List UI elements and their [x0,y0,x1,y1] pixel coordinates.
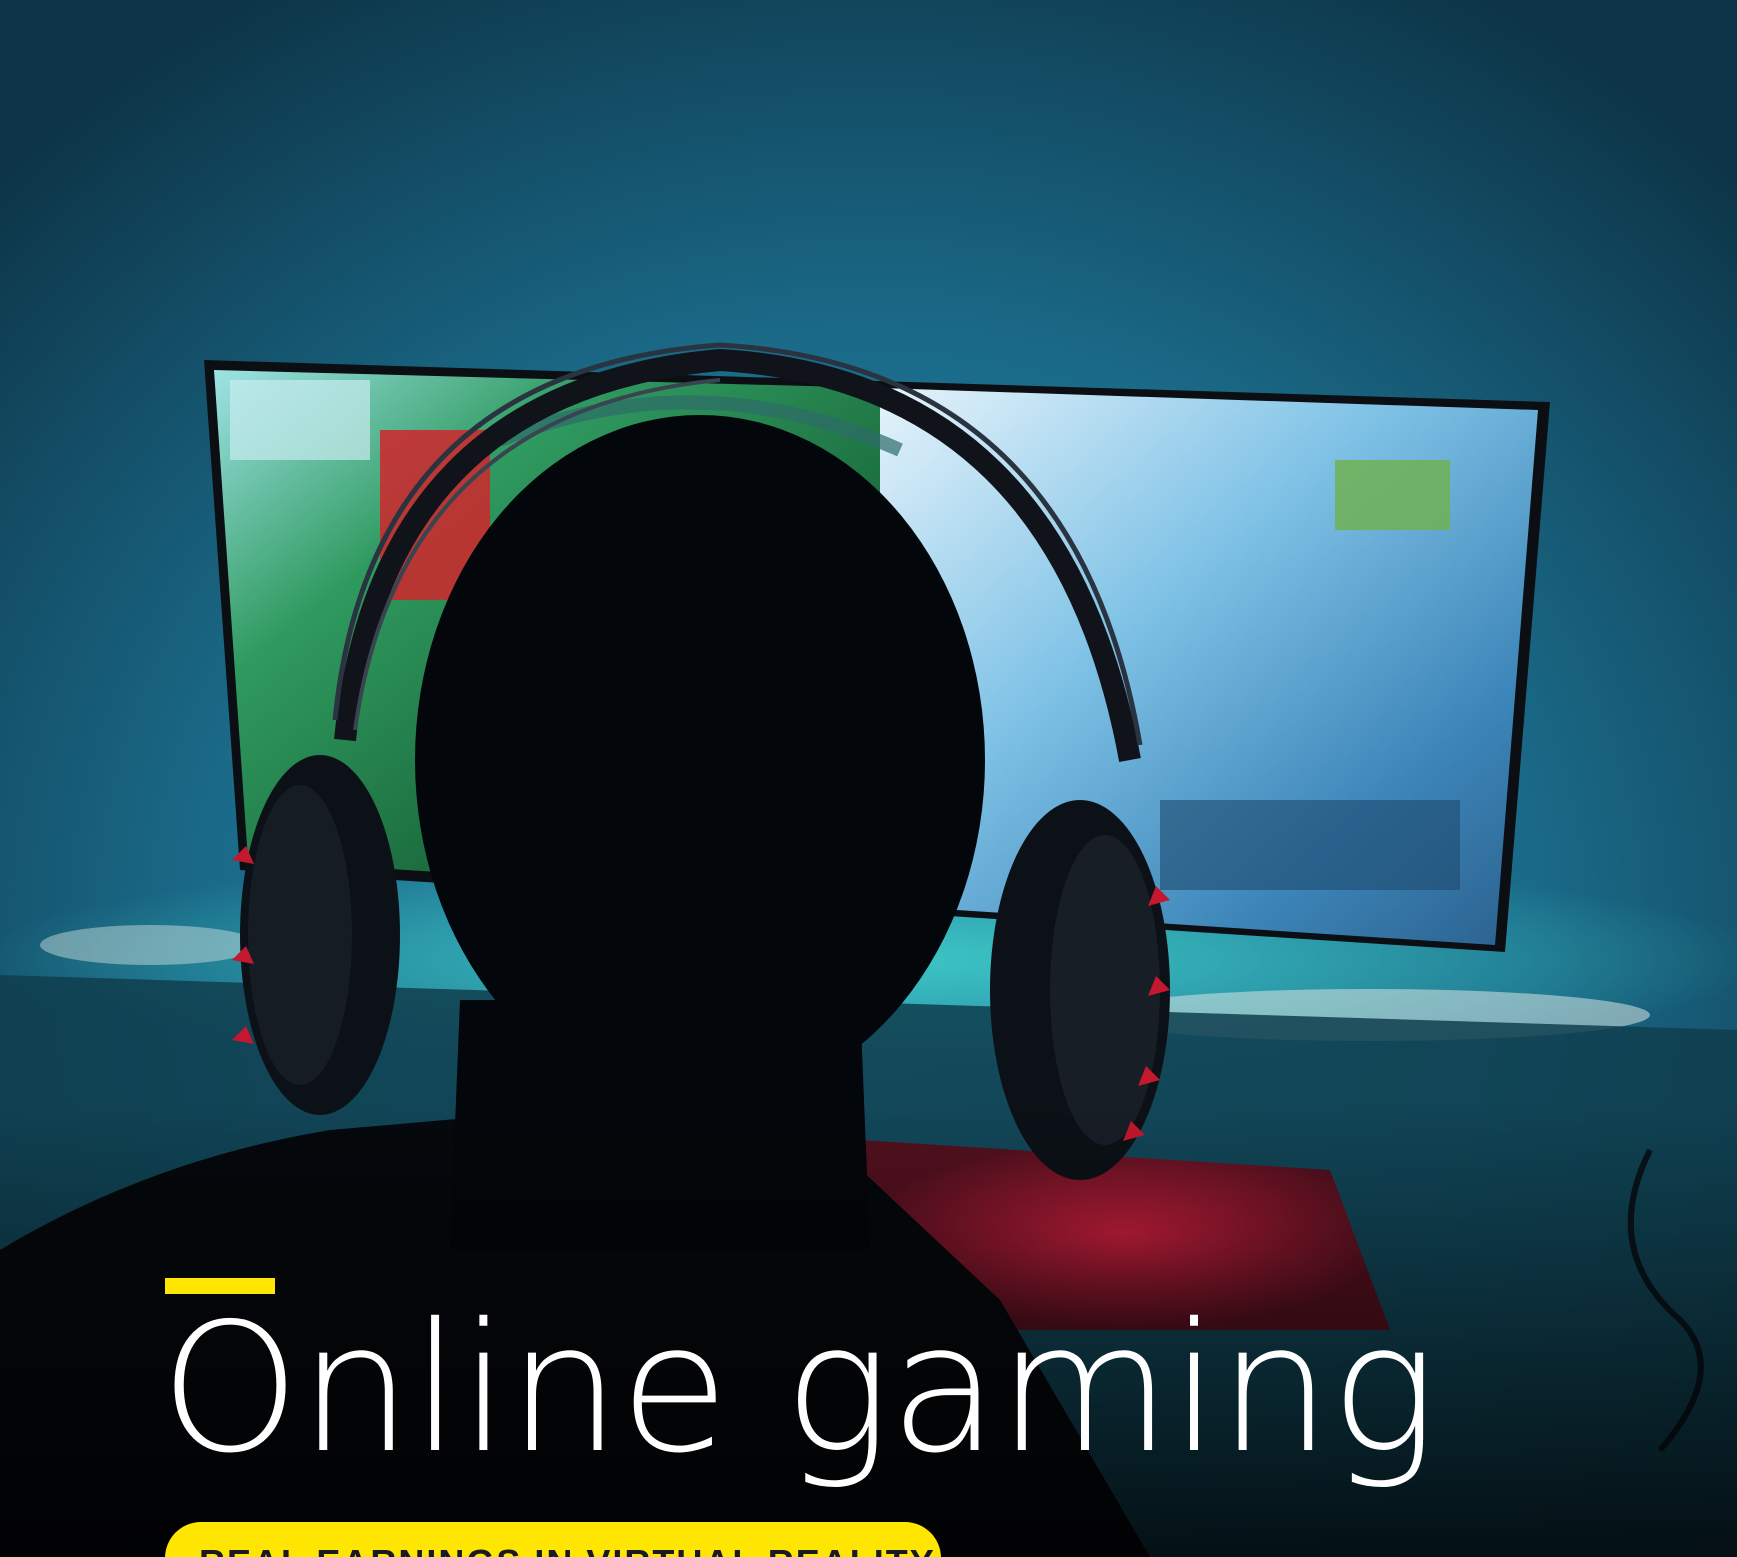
tagline-text: REAL EARNINGS IN VIRTUAL REALITY [199,1542,936,1557]
cover-slide: Online gaming REAL EARNINGS IN VIRTUAL R… [0,0,1737,1557]
headline: Online gaming [160,1285,1437,1492]
tagline-pill: REAL EARNINGS IN VIRTUAL REALITY [165,1522,941,1557]
